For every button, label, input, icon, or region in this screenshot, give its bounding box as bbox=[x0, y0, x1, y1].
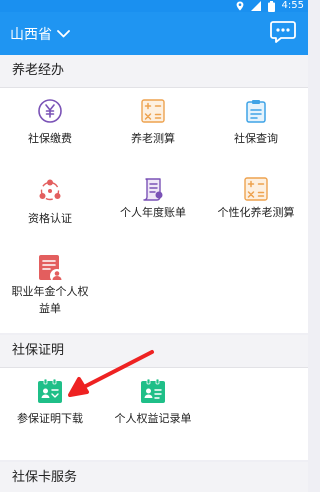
red-arrow-annotation bbox=[68, 350, 154, 397]
